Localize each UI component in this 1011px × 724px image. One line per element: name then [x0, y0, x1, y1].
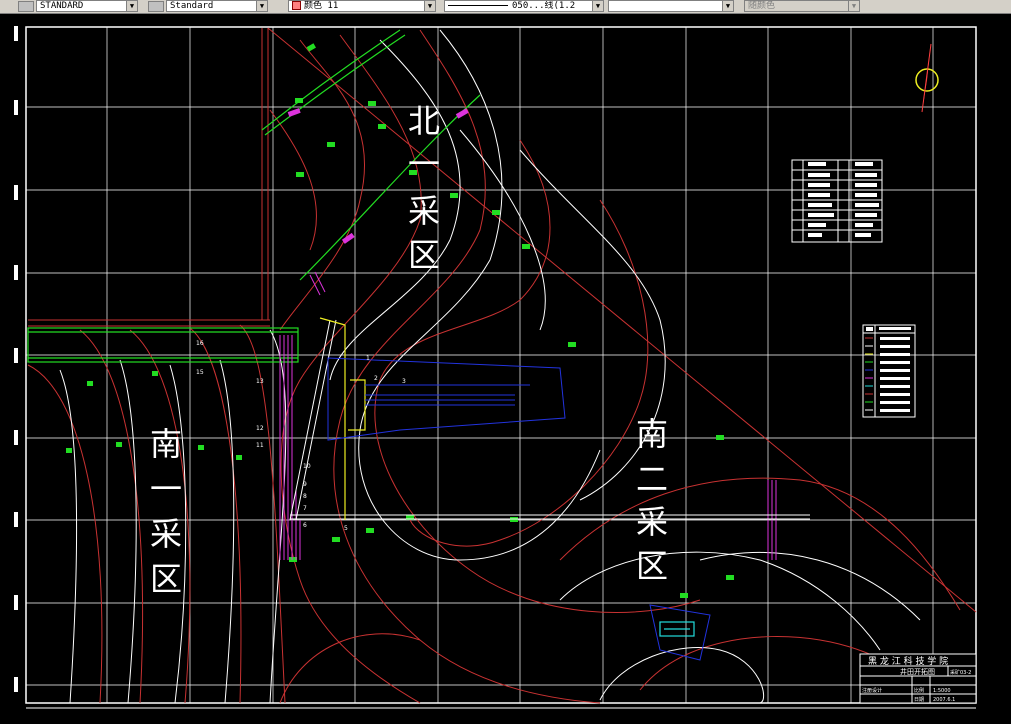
zone-label-char: 采 [636, 503, 668, 541]
roadway-label: 12 [256, 425, 264, 432]
chevron-down-icon: ▼ [722, 1, 733, 11]
zone-label-char: 区 [150, 560, 182, 598]
title-name: 井田开拓图 [900, 667, 935, 676]
zone-label-char: 一 [408, 145, 440, 183]
roadway-label: 9 [303, 481, 307, 488]
title-org: 黑 龙 江 科 技 学 院 [868, 655, 948, 667]
zone-label-char: 二 [636, 460, 668, 498]
dim-style-value: Standard [170, 1, 214, 11]
zone-label-char: 区 [636, 547, 668, 585]
title-scale: 1:5000 [933, 688, 951, 694]
lineweight-dropdown[interactable]: ▼ [608, 0, 734, 12]
roadway-label: 7 [303, 505, 307, 512]
roadway-label: 10 [303, 463, 311, 470]
text-style-icon[interactable] [18, 1, 34, 12]
plotstyle-value: 随颜色 [748, 1, 776, 11]
zone-label-char: 采 [150, 515, 182, 553]
color-swatch-icon [292, 1, 301, 10]
canvas-background [0, 14, 1011, 720]
zone-label-char: 南 [150, 425, 182, 463]
roadway-label: 11 [256, 442, 264, 449]
roadway-label: 3 [402, 378, 406, 385]
zone-label-char: 一 [150, 470, 182, 508]
roadway-label: 6 [303, 522, 307, 529]
chevron-down-icon: ▼ [424, 1, 435, 11]
text-style-value: STANDARD [40, 1, 84, 11]
zone-label-char: 南 [636, 415, 668, 453]
zone-label-char: 北 [408, 102, 440, 140]
roadway-label: 16 [196, 340, 204, 347]
chevron-down-icon: ▼ [592, 1, 603, 11]
text-style-dropdown[interactable]: STANDARD ▼ [36, 0, 138, 12]
title-scale-label: 比例 [914, 687, 924, 694]
title-drawing-no: 采矿03-2 [950, 669, 971, 676]
dim-style-icon[interactable] [148, 1, 164, 12]
zone-label-char: 区 [408, 236, 440, 274]
linetype-value: 050...线(1.2 [512, 1, 576, 11]
chevron-down-icon: ▼ [126, 1, 137, 11]
drawing-canvas[interactable]: 16 15 13 12 11 10 9 8 7 6 5 1 2 3 北 一 采 … [0, 14, 1011, 720]
color-value: 颜色 11 [304, 1, 339, 11]
title-designer-label: 注册设计 [862, 687, 882, 694]
plotstyle-dropdown[interactable]: 随颜色 ▼ [744, 0, 860, 12]
linetype-sample-icon [448, 5, 508, 6]
title-date-label: 日期 [914, 697, 924, 703]
properties-toolbar: STANDARD ▼ Standard ▼ 颜色 11 ▼ 050...线(1.… [0, 0, 1011, 14]
dim-style-dropdown[interactable]: Standard ▼ [166, 0, 268, 12]
roadway-label: 8 [303, 493, 307, 500]
chevron-down-icon: ▼ [848, 1, 859, 11]
linetype-dropdown[interactable]: 050...线(1.2 ▼ [444, 0, 604, 12]
chevron-down-icon: ▼ [256, 1, 267, 11]
color-dropdown[interactable]: 颜色 11 ▼ [288, 0, 436, 12]
roadway-label: 5 [344, 525, 348, 532]
drawing-svg: 16 15 13 12 11 10 9 8 7 6 5 1 2 3 北 一 采 … [0, 14, 1011, 720]
roadway-label: 13 [256, 378, 264, 385]
title-date: 2007.6.1 [933, 697, 955, 703]
roadway-label: 1 [366, 355, 370, 362]
zone-label-char: 采 [408, 192, 440, 230]
roadway-label: 15 [196, 369, 204, 376]
roadway-label: 2 [374, 375, 378, 382]
title-block: 黑 龙 江 科 技 学 院 井田开拓图 采矿03-2 比例 1:5000 日期 … [859, 653, 977, 704]
